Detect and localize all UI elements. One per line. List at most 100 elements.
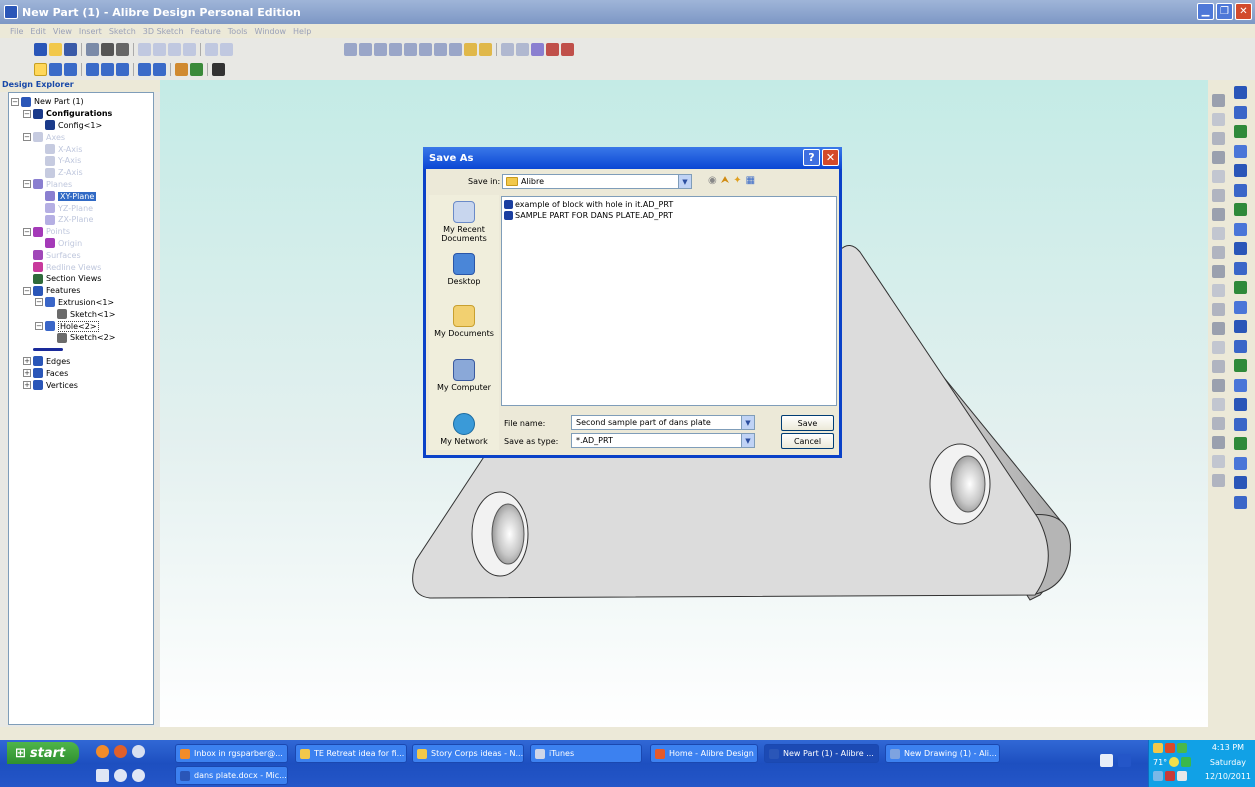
undo-icon[interactable] xyxy=(205,42,218,56)
tool-icon[interactable] xyxy=(1212,322,1225,335)
tool-icon[interactable] xyxy=(1234,339,1247,353)
tool-icon[interactable] xyxy=(1212,208,1225,221)
menu-tools[interactable]: Tools xyxy=(228,27,248,36)
tool-icon[interactable] xyxy=(1234,476,1247,489)
display-mode-icon[interactable] xyxy=(175,62,188,76)
new-icon[interactable] xyxy=(34,42,47,56)
file-name-input[interactable]: Second sample part of dans plate ▼ xyxy=(571,415,755,430)
shell-icon[interactable] xyxy=(449,42,462,56)
clock[interactable]: 4:13 PM Saturday 12/10/2011 xyxy=(1205,742,1251,782)
place-my-network[interactable]: My Network xyxy=(429,413,499,446)
tool-icon[interactable] xyxy=(1234,203,1247,216)
tree-item[interactable]: − Planes xyxy=(11,179,151,191)
tool-icon[interactable] xyxy=(1212,265,1225,278)
cut-icon[interactable] xyxy=(138,42,151,56)
network-icon[interactable] xyxy=(1181,757,1192,767)
tree-item[interactable]: ZX-Plane xyxy=(11,214,151,226)
save-icon[interactable] xyxy=(64,42,77,56)
dialog-close-button[interactable]: ✕ xyxy=(822,149,839,166)
collapse-icon[interactable]: − xyxy=(23,133,31,142)
open-icon[interactable] xyxy=(49,42,62,56)
tool-icon[interactable] xyxy=(1234,398,1247,411)
tool-icon[interactable] xyxy=(1234,183,1247,197)
chevron-down-icon[interactable]: ▼ xyxy=(741,434,754,447)
tree-item[interactable]: Origin xyxy=(11,238,151,250)
tree-item[interactable]: + Edges xyxy=(11,356,151,368)
zoom-icon[interactable] xyxy=(86,62,99,76)
ie-icon[interactable] xyxy=(132,745,145,758)
cut-revolve-icon[interactable] xyxy=(419,42,432,56)
tree-item[interactable]: Y-Axis xyxy=(11,155,151,167)
taskbar-item[interactable]: Story Corps ideas - N... xyxy=(412,744,524,763)
restore-button[interactable]: ❐ xyxy=(1216,3,1233,20)
hole-tool-icon[interactable] xyxy=(434,42,447,56)
tree-item[interactable]: Config<1> xyxy=(11,120,151,132)
taskbar-item[interactable]: New Drawing (1) - Ali... xyxy=(885,744,1000,763)
tray-icon[interactable] xyxy=(1165,743,1175,753)
tool-icon[interactable] xyxy=(1212,455,1225,468)
menu-insert[interactable]: Insert xyxy=(79,27,102,36)
extrude-icon[interactable] xyxy=(344,42,357,56)
tool-icon[interactable] xyxy=(1234,456,1247,470)
expand-icon[interactable]: + xyxy=(23,369,31,378)
tool-icon[interactable] xyxy=(1212,474,1225,487)
weather-icon[interactable] xyxy=(1169,757,1180,767)
print-icon[interactable] xyxy=(101,42,114,56)
tree-item[interactable]: Section Views xyxy=(11,273,151,285)
tool-icon[interactable] xyxy=(1234,495,1247,509)
start-button[interactable]: ⊞ start xyxy=(7,742,79,764)
expand-icon[interactable]: + xyxy=(23,381,31,390)
close-button[interactable]: ✕ xyxy=(1235,3,1252,20)
tool-icon[interactable] xyxy=(1212,284,1225,297)
menu-sketch[interactable]: Sketch xyxy=(109,27,136,36)
tool-icon[interactable] xyxy=(1234,359,1247,372)
security-icon[interactable] xyxy=(1165,771,1175,781)
redo-icon[interactable] xyxy=(220,42,233,56)
firefox-icon[interactable] xyxy=(96,745,109,758)
tool-icon[interactable] xyxy=(1234,378,1247,392)
up-folder-icon[interactable]: ⮝ xyxy=(721,175,730,186)
printer-icon[interactable] xyxy=(116,42,129,56)
place-my-documents[interactable]: My Documents xyxy=(429,305,499,338)
tool-icon[interactable] xyxy=(1212,94,1225,107)
copy-icon[interactable] xyxy=(153,42,166,56)
taskbar-item[interactable]: Home - Alibre Design ... xyxy=(650,744,758,763)
place-desktop[interactable]: Desktop xyxy=(429,253,499,286)
loft-icon[interactable] xyxy=(389,42,402,56)
warning-icon[interactable] xyxy=(1177,771,1187,781)
render-icon[interactable] xyxy=(212,62,225,76)
fillet-icon[interactable] xyxy=(464,42,477,56)
select-icon[interactable] xyxy=(34,62,47,76)
paste-icon[interactable] xyxy=(168,42,181,56)
tool-icon[interactable] xyxy=(1212,113,1225,126)
tree-item[interactable]: Sketch<2> xyxy=(11,332,151,344)
tree-item[interactable]: X-Axis xyxy=(11,143,151,155)
place-my-computer[interactable]: My Computer xyxy=(429,359,499,392)
tool-icon[interactable] xyxy=(1234,164,1247,177)
tool-icon[interactable] xyxy=(1234,105,1247,119)
tool-icon[interactable] xyxy=(1212,379,1225,392)
chevron-down-icon[interactable]: ▼ xyxy=(678,175,691,188)
save-as-type-dropdown[interactable]: *.AD_PRT ▼ xyxy=(571,433,755,448)
tool-icon[interactable] xyxy=(1212,189,1225,202)
tree-item[interactable]: XY-Plane xyxy=(11,190,151,202)
collapse-icon[interactable]: − xyxy=(23,180,31,189)
print-preview-icon[interactable] xyxy=(86,42,99,56)
tool-icon[interactable] xyxy=(1234,281,1247,294)
tool-icon[interactable] xyxy=(1212,341,1225,354)
menu-feature[interactable]: Feature xyxy=(191,27,221,36)
menu-edit[interactable]: Edit xyxy=(30,27,46,36)
sweep-icon[interactable] xyxy=(374,42,387,56)
tool-icon[interactable] xyxy=(1234,417,1247,431)
menu-file[interactable]: File xyxy=(10,27,23,36)
tree-item[interactable] xyxy=(11,344,151,356)
tool-icon[interactable] xyxy=(1234,320,1247,333)
tree-item[interactable]: Sketch<1> xyxy=(11,308,151,320)
tool-icon[interactable] xyxy=(1234,86,1247,99)
collapse-icon[interactable]: − xyxy=(23,227,31,236)
save-in-dropdown[interactable]: Alibre ▼ xyxy=(502,174,692,189)
menu-help[interactable]: Help xyxy=(293,27,311,36)
menu-3d-sketch[interactable]: 3D Sketch xyxy=(143,27,184,36)
tree-item[interactable]: − Points xyxy=(11,226,151,238)
tree-item[interactable]: Surfaces xyxy=(11,249,151,261)
